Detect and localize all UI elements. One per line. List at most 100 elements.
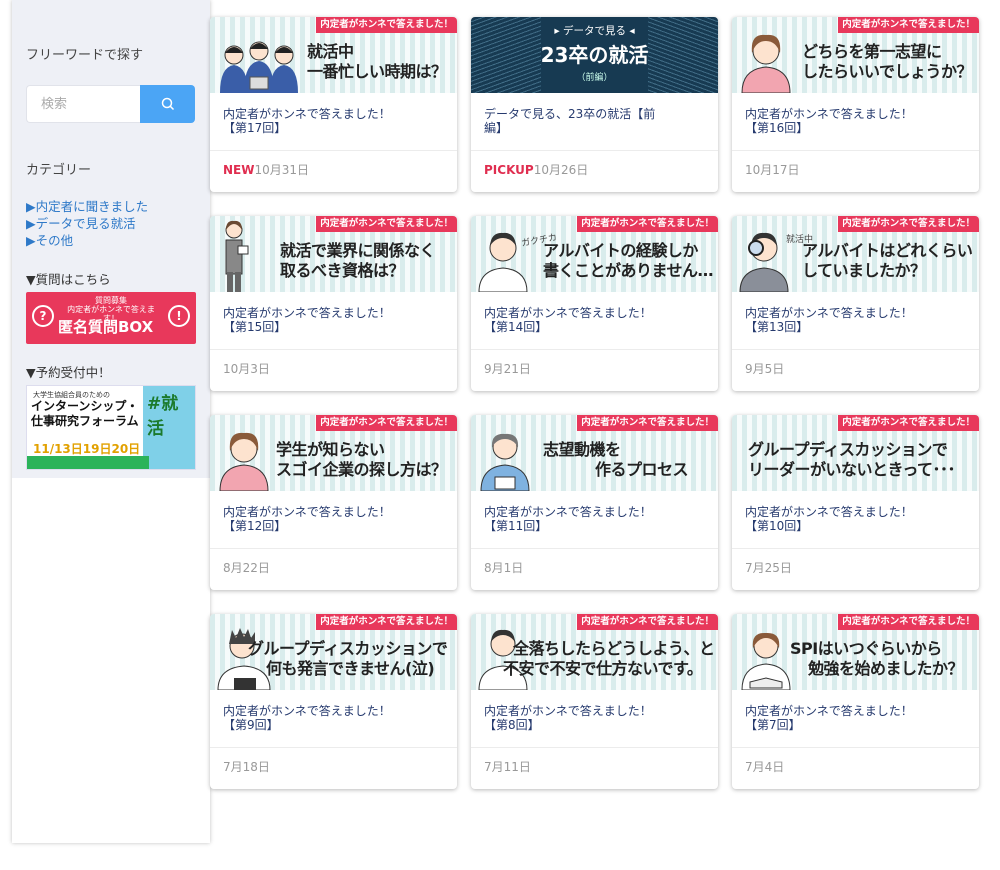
article-card[interactable]: 内定者がホンネで答えました！ グループディスカッションで リーダーがいないときって… bbox=[732, 415, 979, 590]
card-thumb-title: どちらを第一志望に したらいいでしょうか？ bbox=[802, 42, 973, 81]
card-meta: 7月18日 bbox=[210, 748, 457, 774]
article-card[interactable]: 内定者がホンネで答えました！ 全落ちしたらどうしよう、と 不安で不安で仕方ないです… bbox=[471, 614, 718, 789]
card-meta: 7月4日 bbox=[732, 748, 979, 774]
magnifier-man-illustration bbox=[739, 232, 789, 292]
card-thumbnail: 内定者がホンネで答えました！ 志望動機を 作るプロセス bbox=[471, 415, 718, 491]
card-thumbnail: 内定者がホンネで答えました！ 就活中 一番忙しい時期は？ bbox=[210, 17, 457, 93]
card-ribbon: 内定者がホンネで答えました！ bbox=[316, 415, 457, 431]
forum-footer-bar bbox=[27, 456, 149, 469]
hashtag-panel: #就活 bbox=[143, 386, 195, 469]
card-excerpt: 内定者がホンネで答えました！ 【第12回】 bbox=[210, 491, 457, 549]
card-meta: 8月1日 bbox=[471, 549, 718, 575]
card-thumb-subtitle: ▸ データで見る ◂ bbox=[554, 25, 635, 37]
card-ribbon: 内定者がホンネで答えました！ bbox=[577, 614, 718, 630]
card-date: 8月22日 bbox=[223, 561, 270, 575]
card-excerpt: 内定者がホンネで答えました！ 【第8回】 bbox=[471, 690, 718, 748]
card-thumb-title: 23卒の就活 bbox=[540, 43, 649, 67]
card-excerpt: データで見る、23卒の就活【前 編】 bbox=[471, 93, 718, 151]
card-thumbnail: 内定者がホンネで答えました！ 全落ちしたらどうしよう、と 不安で不安で仕方ないです… bbox=[471, 614, 718, 690]
card-thumbnail: 内定者がホンネで答えました！ グループディスカッションで 何も発言できません(泣) bbox=[210, 614, 457, 690]
question-mark-icon: ? bbox=[32, 305, 54, 327]
card-date: 10月31日 bbox=[254, 163, 310, 177]
pickup-badge: PICKUP bbox=[484, 163, 534, 177]
article-card[interactable]: 内定者がホンネで答えました！ 就活中 アルバイトはどれくらい していましたか？ 内… bbox=[732, 216, 979, 391]
writing-person-illustration bbox=[480, 433, 530, 491]
card-thumb-title: アルバイトの経験しか 書くことがありません… bbox=[543, 241, 714, 280]
exclamation-icon: ! bbox=[168, 305, 190, 327]
card-excerpt: 内定者がホンネで答えました！ 【第17回】 bbox=[210, 93, 457, 151]
card-excerpt: 内定者がホンネで答えました！ 【第10回】 bbox=[732, 491, 979, 549]
card-ribbon: 内定者がホンネで答えました！ bbox=[577, 415, 718, 431]
card-thumbnail: 内定者がホンネで答えました！ SPIはいつぐらいから 勉強を始めましたか？ bbox=[732, 614, 979, 690]
card-date: 9月21日 bbox=[484, 362, 531, 376]
card-meta: 9月21日 bbox=[471, 350, 718, 376]
card-meta: 7月25日 bbox=[732, 549, 979, 575]
category-list: ▶内定者に聞きました ▶データで見る就活 ▶その他 bbox=[26, 198, 196, 249]
article-card[interactable]: 内定者がホンネで答えました！ 就活で業界に関係なく 取るべき資格は？ 内定者がホン… bbox=[210, 216, 457, 391]
article-card[interactable]: 内定者がホンネで答えました！ SPIはいつぐらいから 勉強を始めましたか？ 内定者… bbox=[732, 614, 979, 789]
search-heading: フリーワードで探す bbox=[26, 48, 144, 63]
card-excerpt: 内定者がホンネで答えました！ 【第13回】 bbox=[732, 292, 979, 350]
banner-title: 匿名質問BOX bbox=[58, 318, 154, 336]
card-date: 10月17日 bbox=[745, 163, 800, 177]
article-card[interactable]: 内定者がホンネで答えました！ グループディスカッションで 何も発言できません(泣)… bbox=[210, 614, 457, 789]
card-ribbon: 内定者がホンネで答えました！ bbox=[838, 415, 979, 431]
card-excerpt: 内定者がホンネで答えました！ 【第14回】 bbox=[471, 292, 718, 350]
card-thumbnail: 内定者がホンネで答えました！ 就活中 アルバイトはどれくらい していましたか？ bbox=[732, 216, 979, 292]
article-card[interactable]: 内定者がホンネで答えました！ 学生が知らない スゴイ企業の探し方は？ 内定者がホン… bbox=[210, 415, 457, 590]
card-meta: 9月5日 bbox=[732, 350, 979, 376]
card-thumb-title: グループディスカッションで リーダーがいないときって･･･ bbox=[748, 440, 956, 479]
woman-illustration bbox=[219, 432, 269, 491]
card-thumb-title: グループディスカッションで 何も発言できません(泣) bbox=[248, 639, 448, 678]
card-thumbnail: 内定者がホンネで答えました！ ガクチカ アルバイトの経験しか 書くことがありません… bbox=[471, 216, 718, 292]
article-card[interactable]: 内定者がホンネで答えました！ ガクチカ アルバイトの経験しか 書くことがありません… bbox=[471, 216, 718, 391]
card-thumb-title: アルバイトはどれくらい していましたか？ bbox=[802, 241, 973, 280]
card-date: 7月4日 bbox=[745, 760, 785, 774]
card-date: 7月25日 bbox=[745, 561, 792, 575]
forum-banner[interactable]: #就活 大学生協組合員のための インターンシップ・ 仕事研究フォーラム 11/13… bbox=[26, 385, 196, 470]
card-date: 10月3日 bbox=[223, 362, 270, 376]
card-excerpt: 内定者がホンネで答えました！ 【第7回】 bbox=[732, 690, 979, 748]
card-ribbon: 内定者がホンネで答えました！ bbox=[316, 216, 457, 232]
card-ribbon: 内定者がホンネで答えました！ bbox=[838, 17, 979, 33]
forum-title: インターンシップ・ 仕事研究フォーラム bbox=[31, 399, 139, 428]
woman-illustration bbox=[741, 34, 791, 93]
card-thumb-part: （前編） bbox=[576, 73, 613, 83]
forum-dates: 11/13日19日20日 bbox=[33, 442, 141, 456]
card-meta: 7月11日 bbox=[471, 748, 718, 774]
card-thumb-title: 学生が知らない スゴイ企業の探し方は？ bbox=[276, 440, 447, 479]
card-thumbnail: ▸ データで見る ◂ 23卒の就活 （前編） bbox=[471, 17, 718, 93]
card-thumbnail: 内定者がホンネで答えました！ 学生が知らない スゴイ企業の探し方は？ bbox=[210, 415, 457, 491]
student-illustration bbox=[225, 220, 249, 292]
sidebar: フリーワードで探す カテゴリー ▶内定者に聞きました ▶データで見る就活 ▶その… bbox=[12, 0, 210, 843]
category-link-interview[interactable]: ▶内定者に聞きました bbox=[26, 198, 196, 215]
thinking-man-illustration bbox=[478, 232, 528, 292]
article-card[interactable]: 内定者がホンネで答えました！ 志望動機を 作るプロセス 内定者がホンネで答えました… bbox=[471, 415, 718, 590]
studying-woman-illustration bbox=[741, 632, 791, 690]
card-excerpt: 内定者がホンネで答えました！ 【第9回】 bbox=[210, 690, 457, 748]
card-ribbon: 内定者がホンネで答えました！ bbox=[577, 216, 718, 232]
anonymous-question-banner[interactable]: 質問募集 内定者がホンネで答えます！ ? 匿名質問BOX ! bbox=[26, 292, 196, 344]
article-card[interactable]: 内定者がホンネで答えました！ 就活中 一番忙しい時期は？ 内定者がホンネで答えまし… bbox=[210, 17, 457, 192]
search-button[interactable] bbox=[140, 85, 195, 123]
category-link-data[interactable]: ▶データで見る就活 bbox=[26, 215, 196, 232]
card-date: 7月18日 bbox=[223, 760, 270, 774]
card-excerpt: 内定者がホンネで答えました！ 【第15回】 bbox=[210, 292, 457, 350]
card-date: 9月5日 bbox=[745, 362, 785, 376]
card-ribbon: 内定者がホンネで答えました！ bbox=[838, 614, 979, 630]
card-thumbnail: 内定者がホンネで答えました！ どちらを第一志望に したらいいでしょうか？ bbox=[732, 17, 979, 93]
card-thumbnail: 内定者がホンネで答えました！ 就活で業界に関係なく 取るべき資格は？ bbox=[210, 216, 457, 292]
reservation-heading: ▼予約受付中！ bbox=[26, 365, 111, 380]
card-thumb-title: 就活中 一番忙しい時期は？ bbox=[307, 42, 447, 81]
search-input[interactable] bbox=[26, 85, 140, 123]
article-card[interactable]: 内定者がホンネで答えました！ どちらを第一志望に したらいいでしょうか？ 内定者が… bbox=[732, 17, 979, 192]
card-excerpt: 内定者がホンネで答えました！ 【第11回】 bbox=[471, 491, 718, 549]
article-card[interactable]: ▸ データで見る ◂ 23卒の就活 （前編） データで見る、23卒の就活【前 編】… bbox=[471, 17, 718, 192]
card-thumb-title: 就活で業界に関係なく 取るべき資格は？ bbox=[280, 241, 436, 280]
card-ribbon: 内定者がホンネで答えました！ bbox=[316, 17, 457, 33]
category-heading: カテゴリー bbox=[26, 163, 92, 178]
card-meta: 8月22日 bbox=[210, 549, 457, 575]
category-link-other[interactable]: ▶その他 bbox=[26, 232, 196, 249]
card-date: 8月1日 bbox=[484, 561, 524, 575]
card-meta: 10月17日 bbox=[732, 151, 979, 177]
